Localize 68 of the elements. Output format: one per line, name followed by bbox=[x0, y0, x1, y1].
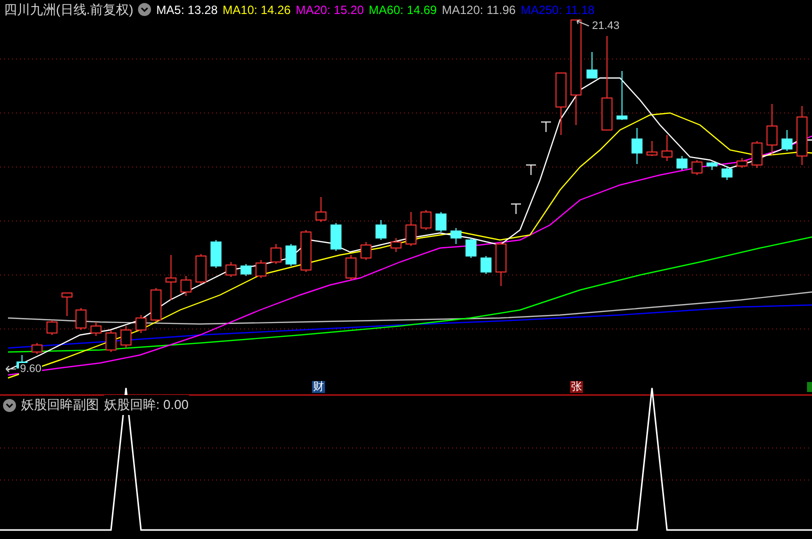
candlestick bbox=[196, 254, 206, 284]
candlestick bbox=[450, 228, 462, 244]
candlestick bbox=[376, 220, 386, 240]
pointer-arrow-icon bbox=[576, 20, 590, 26]
candlestick bbox=[676, 156, 688, 170]
candlestick bbox=[226, 262, 236, 278]
candlestick bbox=[316, 196, 326, 222]
candlestick bbox=[510, 204, 522, 214]
candlestick bbox=[76, 308, 86, 330]
candlestick bbox=[752, 140, 762, 168]
candlestick bbox=[270, 244, 282, 264]
indicator-title: 妖股回眸副图 bbox=[21, 396, 99, 414]
candlestick bbox=[136, 314, 146, 334]
indicator-reading: 妖股回眸: 0.00 bbox=[104, 395, 189, 415]
candlestick bbox=[286, 244, 296, 266]
candlestick bbox=[46, 320, 58, 336]
candlestick bbox=[736, 158, 748, 168]
candlestick bbox=[90, 322, 102, 336]
candlestick bbox=[390, 238, 402, 252]
moving-average-reading: MA5: 13.28 bbox=[156, 2, 218, 18]
collapse-icon[interactable] bbox=[3, 398, 16, 412]
event-marker[interactable]: 张 bbox=[570, 381, 583, 393]
candlestick bbox=[120, 326, 132, 348]
candlestick bbox=[330, 222, 342, 252]
candlestick bbox=[526, 164, 536, 176]
candlestick bbox=[106, 330, 116, 352]
candlestick bbox=[540, 122, 552, 132]
candlestick bbox=[692, 160, 702, 176]
candlestick bbox=[480, 256, 492, 274]
candlestick bbox=[632, 128, 642, 164]
candlestick bbox=[796, 106, 808, 166]
moving-average-reading: MA60: 14.69 bbox=[368, 2, 437, 18]
candlestick bbox=[346, 254, 356, 280]
candlestick bbox=[556, 72, 566, 136]
candlestick bbox=[706, 162, 718, 170]
candlestick bbox=[180, 276, 192, 296]
moving-average-reading: MA20: 15.20 bbox=[296, 2, 364, 18]
candlestick bbox=[766, 104, 778, 156]
candlestick bbox=[586, 52, 598, 78]
moving-average-reading: MA250: 11.18 bbox=[520, 2, 595, 18]
candlestick bbox=[662, 134, 672, 162]
candlestick bbox=[616, 70, 628, 120]
candlestick bbox=[166, 254, 176, 300]
candlestick bbox=[406, 212, 416, 246]
candlestick bbox=[150, 288, 162, 322]
event-marker bbox=[807, 382, 812, 392]
candlestick bbox=[466, 238, 476, 258]
candlestick bbox=[256, 260, 266, 278]
event-marker[interactable]: 财 bbox=[312, 381, 325, 393]
candlestick bbox=[62, 292, 72, 316]
candlestick bbox=[360, 242, 372, 260]
moving-average-reading: MA10: 14.26 bbox=[222, 2, 291, 18]
candlestick bbox=[32, 342, 42, 354]
candlestick bbox=[782, 130, 792, 152]
moving-average-reading: MA120: 11.96 bbox=[442, 2, 516, 18]
candlestick bbox=[436, 212, 446, 232]
candlestick bbox=[722, 166, 732, 180]
low-price-label: 9.60 bbox=[19, 363, 42, 375]
candlestick bbox=[496, 242, 506, 286]
stock-title: 四川九洲(日线.前复权) bbox=[4, 0, 134, 19]
pointer-arrow-icon bbox=[6, 366, 16, 372]
candlestick bbox=[420, 210, 432, 230]
candlestick bbox=[300, 230, 312, 272]
candlestick bbox=[240, 264, 252, 276]
candlestick bbox=[646, 140, 658, 156]
candlestick bbox=[210, 240, 222, 268]
high-price-label: 21.43 bbox=[592, 19, 620, 34]
collapse-icon[interactable] bbox=[138, 3, 152, 16]
